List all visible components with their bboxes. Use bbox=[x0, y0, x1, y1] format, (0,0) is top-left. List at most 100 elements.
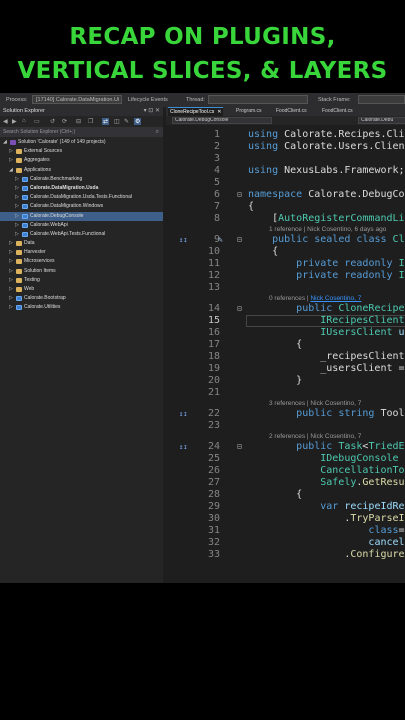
tree-item[interactable]: ▷ Data bbox=[0, 239, 163, 248]
tree-item[interactable]: ▷ Calorate.WebApi.Tests.Functional bbox=[0, 230, 163, 239]
editor-tab[interactable]: FoodClient.cs bbox=[322, 108, 353, 114]
tree-item[interactable]: ▷ Microservices bbox=[0, 257, 163, 266]
project-dropdown[interactable]: Calorate.DebugConsole bbox=[172, 117, 272, 124]
codelens-info[interactable]: 2 references | Nick Cosentino, 7 bbox=[269, 432, 361, 441]
inheritance-margin-icon[interactable]: ↥↧ bbox=[179, 441, 187, 453]
collapsed-arrow-icon[interactable]: ▷ bbox=[15, 212, 21, 221]
line-number: 32 bbox=[207, 537, 220, 548]
collapsed-arrow-icon[interactable]: ▷ bbox=[15, 202, 21, 211]
show-all-files-icon[interactable]: ❐ bbox=[88, 118, 93, 125]
tree-item-label: Harvester bbox=[24, 249, 46, 256]
collapsed-arrow-icon[interactable]: ▷ bbox=[9, 294, 15, 303]
back-icon[interactable]: ◀ bbox=[3, 118, 8, 125]
collapsed-arrow-icon[interactable]: ▷ bbox=[15, 230, 21, 239]
tree-item[interactable]: ▷ Testing bbox=[0, 276, 163, 285]
csharp-project-icon bbox=[22, 213, 28, 219]
switch-views-icon[interactable]: ▭ bbox=[34, 118, 40, 125]
tree-item[interactable]: ▷ Web bbox=[0, 285, 163, 294]
type-dropdown[interactable]: Calorate.Debu bbox=[358, 117, 405, 124]
collapsed-arrow-icon[interactable]: ▷ bbox=[9, 156, 15, 165]
codelens-text: 3 references | Nick Cosentino, 7 bbox=[269, 400, 362, 407]
line-number: 27 bbox=[207, 477, 220, 488]
editor-tab[interactable]: FoodClient.cs bbox=[276, 108, 307, 114]
editor-tab[interactable]: CloneRecipeTool.cs ✕ bbox=[168, 107, 224, 116]
code-text: using NexusLabs.Framework; bbox=[248, 165, 405, 176]
tree-item[interactable]: ▷ Aggregates bbox=[0, 156, 163, 165]
line-number: 30 bbox=[207, 513, 220, 524]
collapsed-arrow-icon[interactable]: ▷ bbox=[15, 221, 21, 230]
properties-icon[interactable]: ✎ bbox=[124, 118, 129, 125]
sync-icon[interactable]: ⇄ bbox=[102, 118, 110, 125]
process-label: Process: bbox=[6, 97, 28, 103]
tree-item[interactable]: ▷ Harvester bbox=[0, 248, 163, 257]
stack-frame-dropdown[interactable] bbox=[358, 95, 405, 104]
tree-item[interactable]: ▷ Calorate.DataMigration.Usda.Tests.Funct… bbox=[0, 193, 163, 202]
inheritance-margin-icon[interactable]: ↥↧ bbox=[179, 234, 187, 246]
preview-icon[interactable]: ◫ bbox=[114, 118, 120, 125]
collapse-region-icon[interactable]: ⊟ bbox=[237, 303, 242, 315]
collapsed-arrow-icon[interactable]: ▷ bbox=[9, 239, 15, 248]
search-icon[interactable]: ⌕ bbox=[156, 128, 159, 137]
pending-changes-icon[interactable]: ⟳ bbox=[62, 118, 67, 125]
home-icon[interactable]: ⌂ bbox=[22, 118, 26, 124]
codelens-info[interactable]: 1 reference | Nick Cosentino, 6 days ago bbox=[269, 225, 386, 234]
tree-item[interactable]: ▷ Calorate.WebApi bbox=[0, 221, 163, 230]
collapse-region-icon[interactable]: ⊟ bbox=[237, 189, 242, 201]
collapse-all-icon[interactable]: ⊟ bbox=[76, 118, 81, 125]
tree-item[interactable]: ◢ Solution 'Calorate' (149 of 149 project… bbox=[0, 138, 163, 147]
code-editor: CloneRecipeTool.cs ✕ Program.cs FoodClient.… bbox=[166, 107, 405, 583]
collapse-region-icon[interactable]: ⊟ bbox=[237, 441, 242, 453]
tree-item[interactable]: ▷ External Sources bbox=[0, 147, 163, 156]
expanded-arrow-icon[interactable]: ◢ bbox=[9, 166, 15, 175]
expanded-arrow-icon[interactable]: ◢ bbox=[3, 138, 9, 147]
tree-item[interactable]: ▷ Calorate.DebugConsole bbox=[0, 211, 163, 221]
line-number: 1 bbox=[213, 129, 220, 140]
solution-search-box[interactable]: Search Solution Explorer (Ctrl+;) ⌕ bbox=[0, 128, 163, 137]
quick-actions-icon[interactable]: ✎ bbox=[218, 234, 223, 246]
process-dropdown[interactable]: [17140] Calorate.DataMigration.Ui bbox=[32, 95, 122, 104]
tree-item[interactable]: ▷ Calorate.DataMigration.Usda bbox=[0, 184, 163, 193]
collapsed-arrow-icon[interactable]: ▷ bbox=[9, 257, 15, 266]
line-number: 19 bbox=[207, 363, 220, 374]
tree-item[interactable]: ▷ Solution Items bbox=[0, 267, 163, 276]
collapse-region-icon[interactable]: ⊟ bbox=[237, 234, 242, 246]
codelens-info[interactable]: 0 references | Nick Cosentino, 7 bbox=[269, 294, 361, 303]
solution-icon bbox=[10, 140, 16, 145]
forward-icon[interactable]: ▶ bbox=[12, 118, 17, 125]
collapsed-arrow-icon[interactable]: ▷ bbox=[9, 267, 15, 276]
inheritance-margin-icon[interactable]: ↥↧ bbox=[179, 408, 187, 420]
panel-controls[interactable]: ▾ ⊡ ✕ bbox=[144, 107, 160, 116]
tree-item-label: Web bbox=[24, 286, 35, 292]
tree-item[interactable]: ▷ Calorate.Benchmarking bbox=[0, 175, 163, 184]
code-text: { bbox=[248, 201, 255, 212]
tree-item-label: Calorate.WebApi.Tests.Functional bbox=[30, 230, 106, 237]
tree-item[interactable]: ▷ Calorate.Utilities bbox=[0, 303, 163, 312]
collapsed-arrow-icon[interactable]: ▷ bbox=[9, 147, 15, 156]
line-number: 25 bbox=[207, 453, 220, 464]
settings-icon[interactable]: ⚙ bbox=[134, 118, 142, 125]
collapsed-arrow-icon[interactable]: ▷ bbox=[9, 248, 15, 257]
line-number: 7 bbox=[213, 201, 220, 212]
tree-item[interactable]: ▷ Calorate.Bootstrap bbox=[0, 294, 163, 303]
solution-explorer-toolbar: ◀ ▶ ⌂ ▭ ↺ ⟳ ⊟ ❐ ⇄ ◫ ✎ ⚙ bbox=[0, 116, 163, 128]
collapsed-arrow-icon[interactable]: ▷ bbox=[9, 303, 15, 312]
editor-tab[interactable]: Program.cs bbox=[236, 108, 262, 114]
tree-item[interactable]: ◢ Applications bbox=[0, 166, 163, 175]
collapsed-arrow-icon[interactable]: ▷ bbox=[9, 276, 15, 285]
line-number: 13 bbox=[207, 282, 220, 293]
thread-dropdown[interactable] bbox=[208, 95, 308, 104]
collapsed-arrow-icon[interactable]: ▷ bbox=[15, 184, 21, 193]
collapsed-arrow-icon[interactable]: ▷ bbox=[15, 175, 21, 184]
lifecycle-events-button[interactable]: Lifecycle Events bbox=[128, 97, 168, 103]
codelens-info[interactable]: 3 references | Nick Cosentino, 7 bbox=[269, 399, 361, 408]
folder-icon bbox=[16, 241, 22, 247]
code-text: CancellationToken bbox=[320, 465, 405, 476]
collapsed-arrow-icon[interactable]: ▷ bbox=[9, 285, 15, 294]
codelens-author-link[interactable]: Nick Cosentino, 7 bbox=[310, 295, 361, 302]
line-number: 18 bbox=[207, 351, 220, 362]
history-icon[interactable]: ↺ bbox=[50, 118, 55, 125]
tree-item[interactable]: ▷ Calorate.DataMigration.Windows bbox=[0, 202, 163, 211]
solution-explorer: Solution Explorer ▾ ⊡ ✕ ◀ ▶ ⌂ ▭ ↺ ⟳ ⊟ ❐ … bbox=[0, 107, 163, 583]
collapsed-arrow-icon[interactable]: ▷ bbox=[15, 193, 21, 202]
close-icon[interactable]: ✕ bbox=[217, 109, 221, 115]
